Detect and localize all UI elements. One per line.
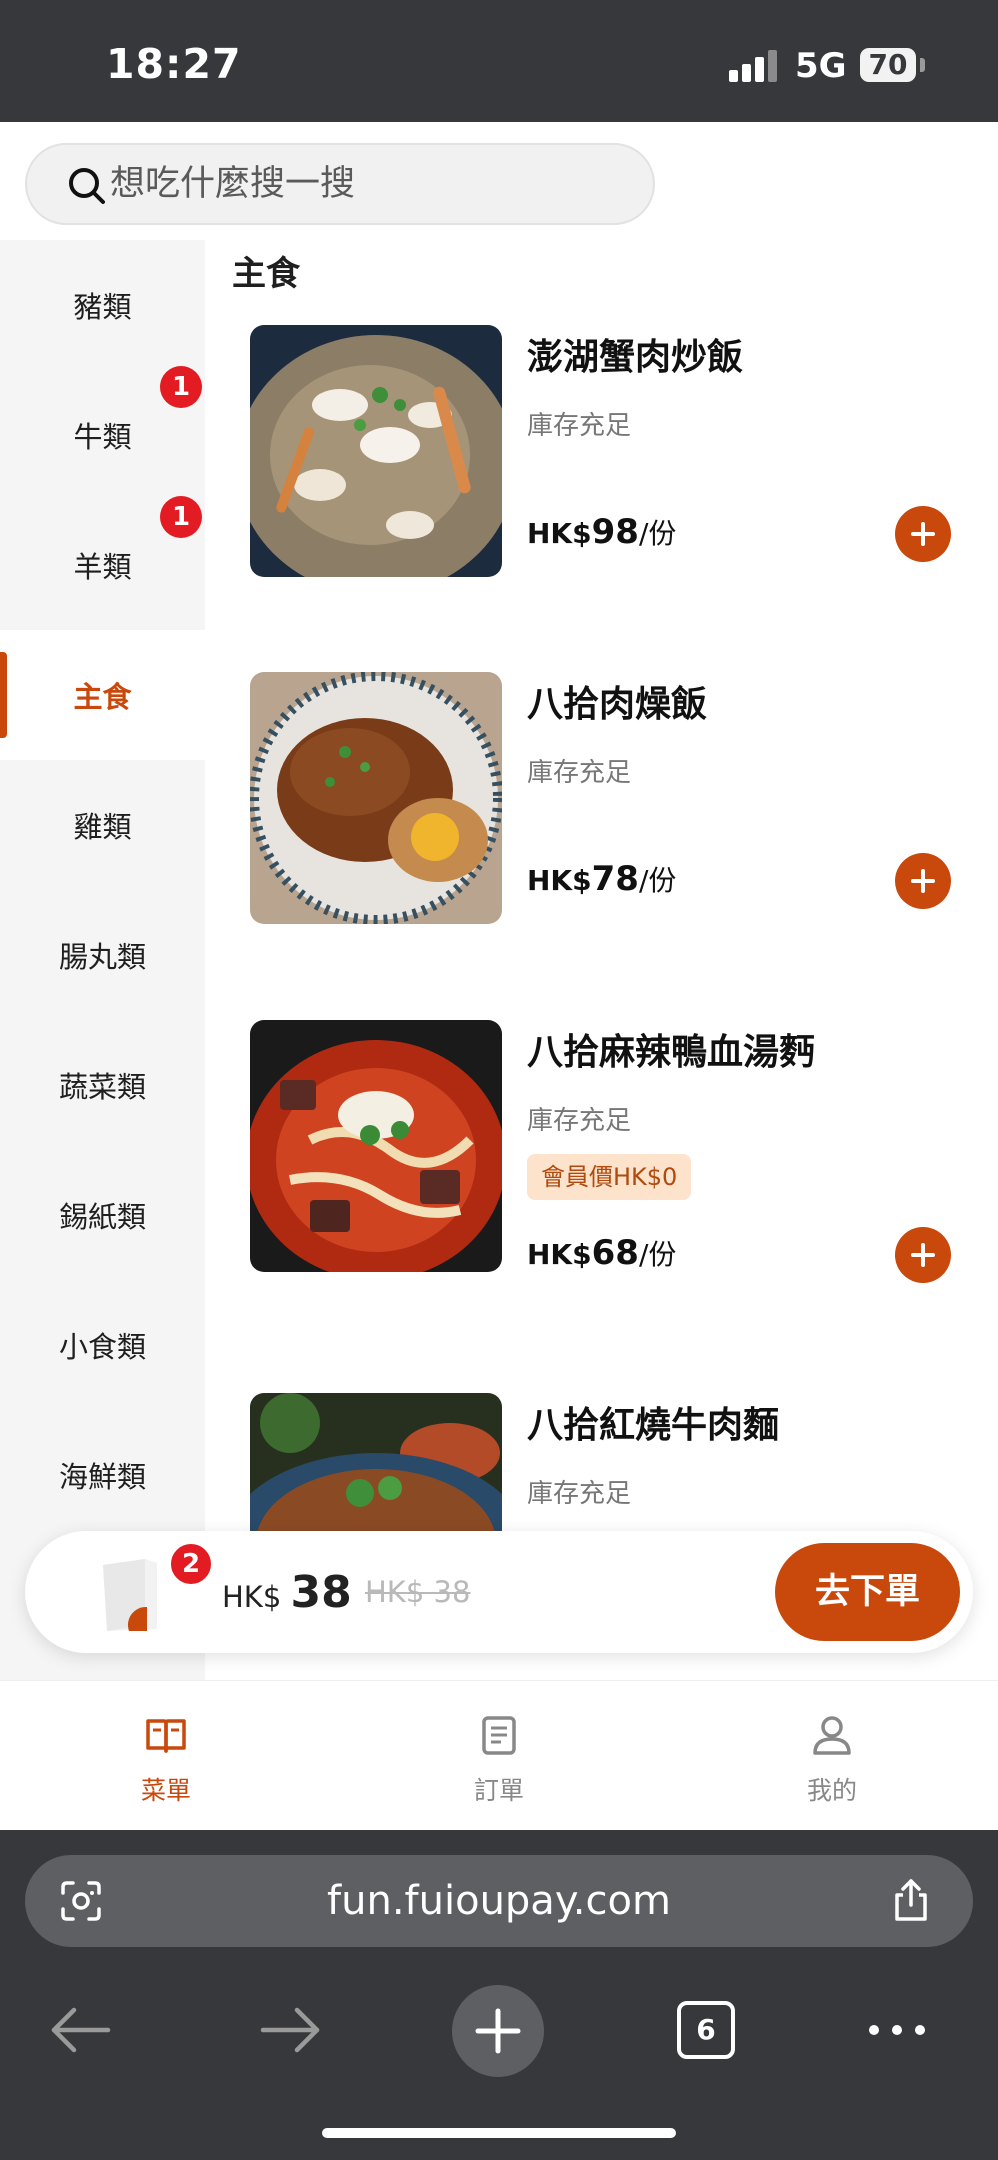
section-title: 主食: [232, 254, 300, 294]
category-label: 小食類: [58, 1330, 146, 1364]
category-label: 主食: [73, 680, 132, 714]
price-unit: /份: [638, 864, 677, 897]
share-icon[interactable]: [887, 1877, 935, 1925]
search-input[interactable]: [110, 145, 630, 223]
address-bar[interactable]: fun.fuioupay.com: [25, 1855, 973, 1947]
shopping-bag-icon[interactable]: [95, 1551, 165, 1635]
order-list-icon: [482, 1716, 516, 1755]
cart-count-badge: 2: [168, 1541, 214, 1587]
cart-currency: HK$: [222, 1580, 282, 1614]
tab-label: 訂單: [473, 1776, 524, 1805]
item-name[interactable]: 八拾紅燒牛肉麵: [527, 1396, 779, 1448]
category-label: 蔬菜類: [58, 1070, 146, 1104]
category-pork[interactable]: 豬類: [0, 240, 205, 370]
category-foil[interactable]: 錫紙類: [0, 1150, 205, 1280]
price-currency: HK$: [527, 517, 592, 550]
add-to-cart-button[interactable]: [895, 853, 951, 909]
tab-menu[interactable]: 菜單: [66, 1681, 266, 1831]
checkout-button[interactable]: 去下單: [775, 1543, 960, 1641]
braised-pork-rice-image[interactable]: [250, 672, 502, 924]
spicy-duck-blood-noodle-image[interactable]: [250, 1020, 502, 1272]
cart-original-price: HK$ 38: [365, 1575, 471, 1609]
item-name[interactable]: 澎湖蟹肉炒飯: [527, 328, 743, 380]
category-label: 羊類: [73, 550, 132, 584]
item-stock: 庫存充足: [527, 1479, 632, 1509]
status-bar: 18:27 5G 70: [0, 0, 998, 122]
tab-label: 我的: [806, 1776, 857, 1805]
status-time: 18:27: [106, 40, 242, 88]
member-price-badge: 會員價HK$0: [527, 1154, 692, 1200]
item-price: HK$78/份: [527, 859, 676, 899]
browser-toolbar: fun.fuioupay.com 6: [0, 1830, 998, 2160]
category-sausage-balls[interactable]: 腸丸類: [0, 890, 205, 1020]
price-amount: 78: [591, 859, 639, 899]
battery-nub: [920, 58, 925, 72]
price-currency: HK$: [527, 1238, 592, 1271]
category-label: 雞類: [73, 810, 132, 844]
category-snacks[interactable]: 小食類: [0, 1280, 205, 1410]
item-stock: 庫存充足: [527, 1106, 632, 1136]
price-amount: 98: [591, 512, 639, 552]
menu-book-icon: [146, 1719, 186, 1753]
home-indicator: [322, 2128, 676, 2138]
category-label: 海鮮類: [58, 1460, 146, 1494]
item-price: HK$68/份: [527, 1233, 676, 1273]
cart-total-amount: 38: [290, 1567, 352, 1618]
category-label: 腸丸類: [58, 940, 146, 974]
category-sidebar: 豬類 牛類 1 羊類 1 主食 雞類 腸丸類 蔬菜類 錫紙類 小食類 海鮮類: [0, 240, 205, 1680]
search-bar[interactable]: [25, 143, 655, 225]
forward-arrow-icon[interactable]: [255, 1995, 325, 2065]
tab-orders[interactable]: 訂單: [399, 1681, 599, 1831]
price-unit: /份: [638, 1238, 677, 1271]
add-to-cart-button[interactable]: [895, 1227, 951, 1283]
url-text[interactable]: fun.fuioupay.com: [25, 1855, 973, 1947]
category-count-badge: 1: [160, 496, 202, 538]
add-to-cart-button[interactable]: [895, 506, 951, 562]
plus-icon: [475, 2008, 521, 2054]
price-amount: 68: [591, 1233, 639, 1273]
tab-label: 菜單: [140, 1776, 191, 1805]
network-type: 5G: [795, 46, 847, 86]
tabs-count-button[interactable]: 6: [677, 2001, 735, 2059]
new-tab-button[interactable]: [452, 1985, 544, 2077]
cart-bar[interactable]: 2 HK$ 38 HK$ 38 去下單: [25, 1531, 973, 1653]
category-label: 錫紙類: [58, 1200, 146, 1234]
item-name[interactable]: 八拾肉燥飯: [527, 675, 707, 727]
price-currency: HK$: [527, 864, 592, 897]
item-stock: 庫存充足: [527, 411, 632, 441]
category-vegetables[interactable]: 蔬菜類: [0, 1020, 205, 1150]
category-count-badge: 1: [160, 366, 202, 408]
category-label: 牛類: [73, 420, 132, 454]
tab-profile[interactable]: 我的: [732, 1681, 932, 1831]
search-icon: [69, 168, 105, 204]
item-stock: 庫存充足: [527, 758, 632, 788]
category-label: 豬類: [73, 290, 132, 324]
cart-total: HK$ 38: [222, 1567, 352, 1618]
signal-icon: [729, 50, 779, 82]
beef-noodle-image[interactable]: [250, 1393, 502, 1533]
category-staple[interactable]: 主食: [0, 630, 205, 760]
bottom-tab-bar: 菜單 訂單 我的: [0, 1680, 998, 1830]
item-price: HK$98/份: [527, 512, 676, 552]
battery-icon: 70: [860, 48, 916, 82]
more-options-icon[interactable]: [862, 1995, 932, 2065]
category-seafood[interactable]: 海鮮類: [0, 1410, 205, 1540]
profile-icon: [813, 1716, 851, 1755]
crab-fried-rice-image[interactable]: [250, 325, 502, 577]
item-name[interactable]: 八拾麻辣鴨血湯麪: [527, 1023, 815, 1075]
back-arrow-icon[interactable]: [46, 1995, 116, 2065]
category-chicken[interactable]: 雞類: [0, 760, 205, 890]
price-unit: /份: [638, 517, 677, 550]
